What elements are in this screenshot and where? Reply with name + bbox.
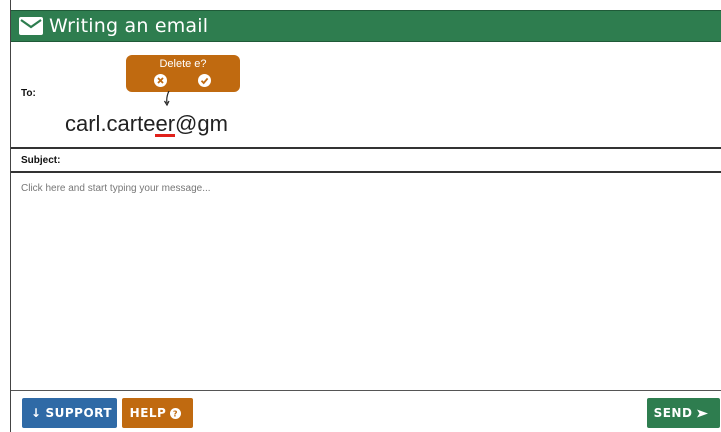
composer-header: Writing an email [11, 10, 721, 42]
email-composer: Writing an email To: Delete e? carl.cart… [10, 0, 721, 432]
message-body-input[interactable]: Click here and start typing your message… [21, 183, 211, 194]
x-circle-icon[interactable] [154, 74, 167, 87]
support-button[interactable]: ↓ SUPPORT [22, 398, 117, 428]
to-value-end: @gm [175, 111, 228, 136]
mail-icon [19, 17, 43, 35]
send-label: SEND [653, 406, 693, 420]
tooltip-text: Delete e? [159, 58, 207, 70]
check-circle-icon[interactable] [198, 74, 211, 87]
question-circle-icon: ? [170, 407, 182, 419]
page-title: Writing an email [49, 15, 209, 37]
to-value-start: carl.carte [65, 111, 156, 136]
help-button[interactable]: HELP ? [122, 398, 193, 428]
send-arrow-icon [697, 409, 709, 417]
subject-label[interactable]: Subject: [21, 155, 60, 166]
arrow-down-icon: ↓ [30, 406, 42, 420]
to-value-highlight[interactable]: er [155, 111, 175, 136]
send-button[interactable]: SEND [647, 398, 720, 428]
to-label: To: [21, 88, 36, 99]
delete-confirm-tooltip: Delete e? [126, 55, 240, 92]
help-label: HELP [129, 406, 167, 420]
support-label: SUPPORT [45, 406, 113, 420]
svg-text:?: ? [173, 409, 178, 418]
footer-divider [11, 390, 721, 391]
to-input[interactable]: carl.carteer@gm [65, 111, 228, 137]
to-divider [11, 147, 721, 149]
tooltip-pointer-icon [163, 91, 170, 107]
subject-divider [11, 171, 721, 173]
